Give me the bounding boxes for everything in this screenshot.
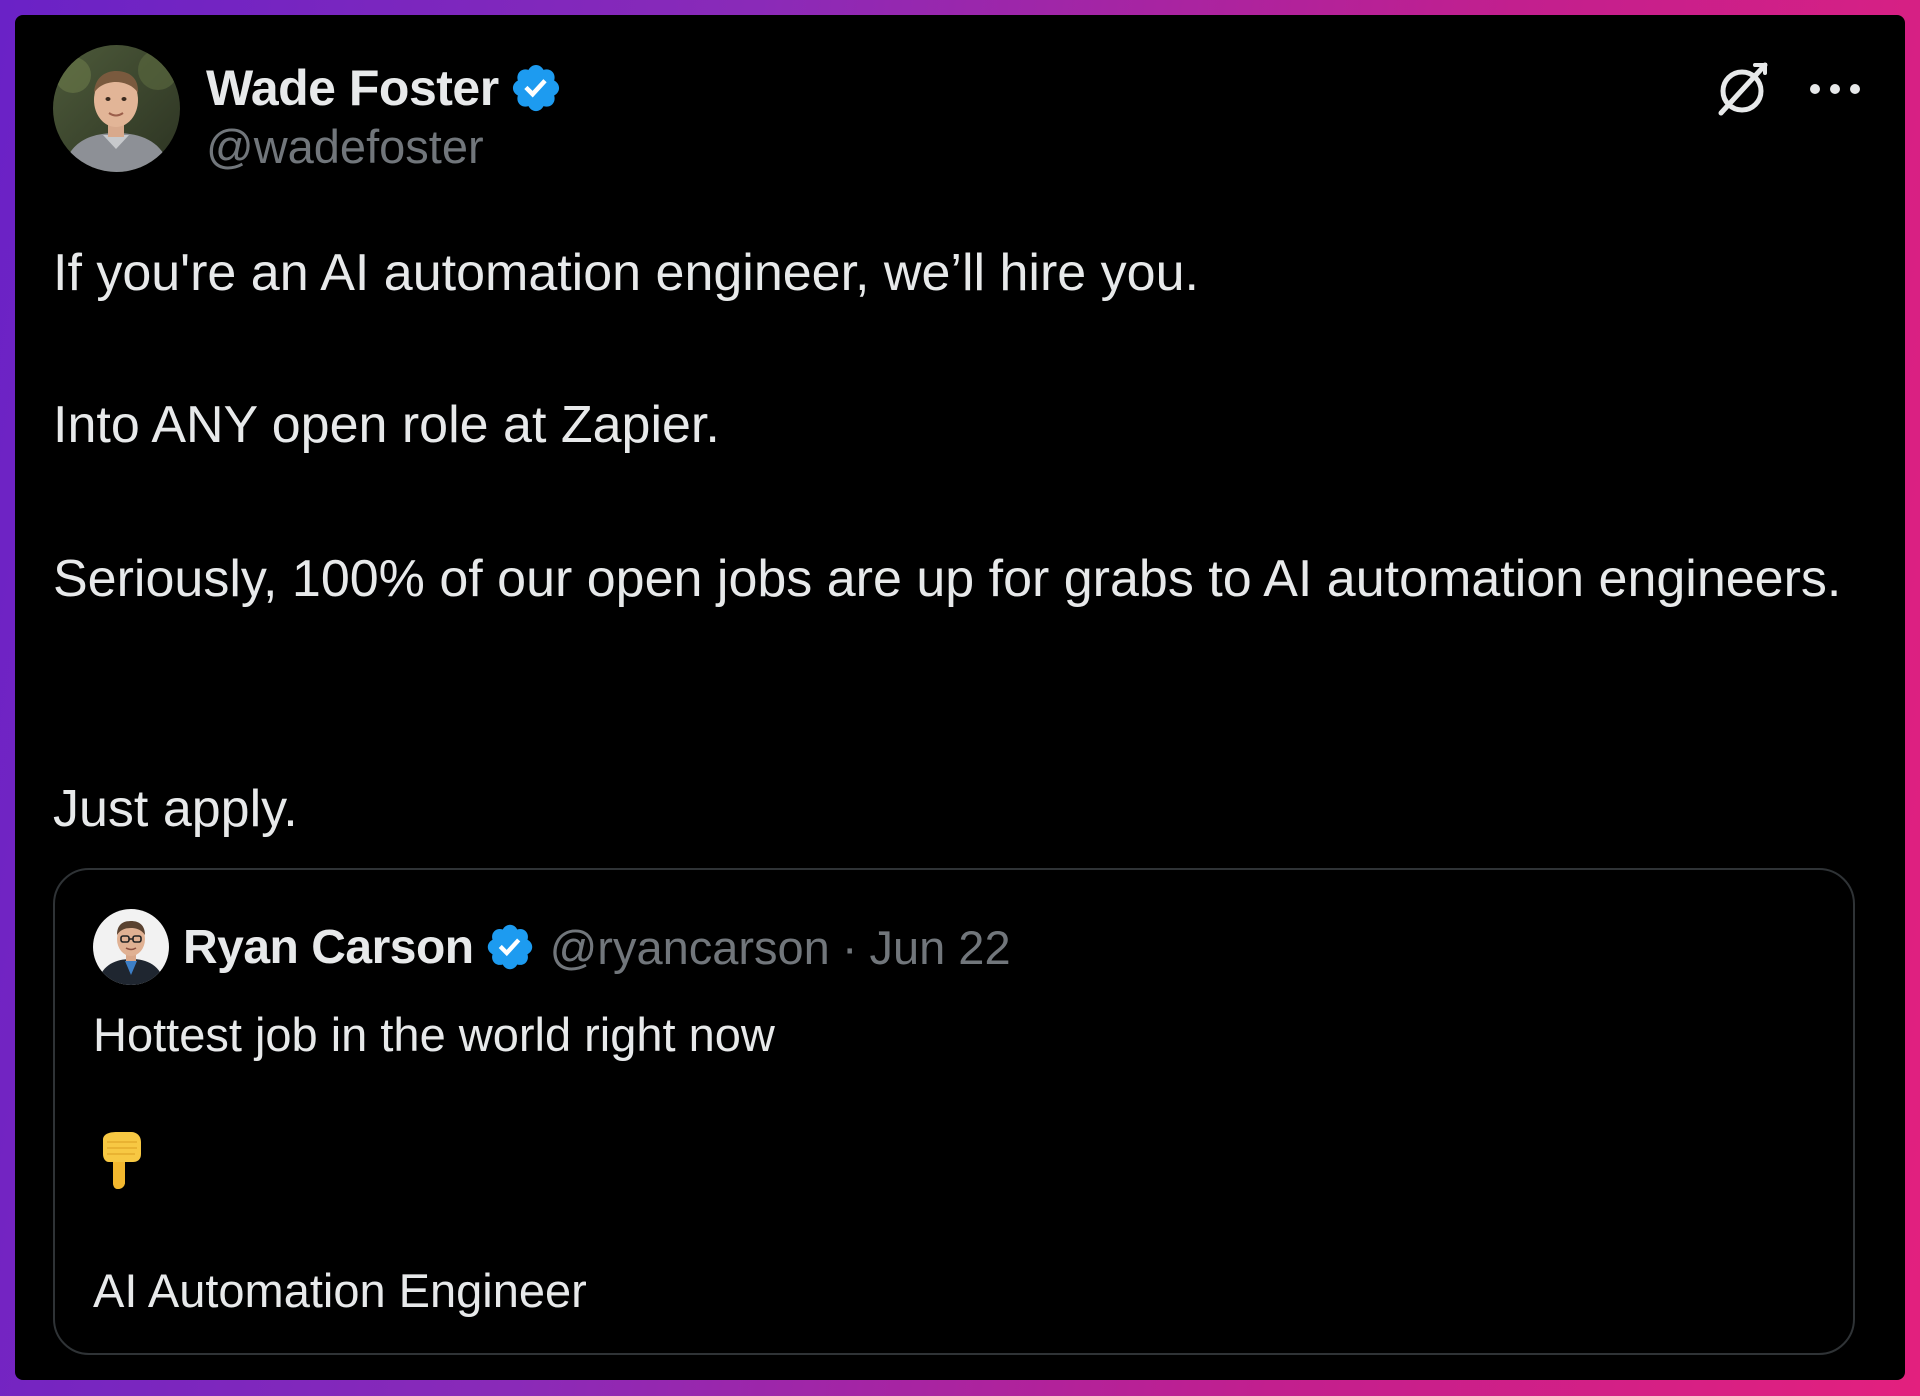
- separator-dot: ·: [841, 920, 858, 974]
- author-avatar[interactable]: [53, 45, 180, 172]
- quoted-tweet-text-line-3: AI Automation Engineer: [93, 1264, 587, 1317]
- quoted-tweet-header: Ryan Carson @ryancarson · Jun 22: [93, 908, 1011, 986]
- tweet-card: Wade Foster @wadefoster If you're an AI …: [15, 15, 1905, 1380]
- author-name-row: Wade Foster: [206, 59, 563, 117]
- verified-badge-icon: [484, 921, 536, 973]
- backhand-index-pointing-down-emoji: [95, 1130, 147, 1190]
- tweet-top-actions: [1713, 59, 1863, 119]
- quoted-author-avatar: [93, 909, 169, 985]
- quoted-author-handle: @ryancarson: [549, 920, 830, 974]
- quoted-tweet-date[interactable]: Jun 22: [869, 920, 1010, 975]
- quoted-tweet[interactable]: Ryan Carson @ryancarson · Jun 22 Hottest…: [53, 868, 1855, 1355]
- tweet-header: Wade Foster @wadefoster: [53, 45, 563, 174]
- author-handle[interactable]: @wadefoster: [206, 119, 563, 174]
- quoted-author-display-name[interactable]: Ryan Carson: [183, 920, 474, 975]
- author-names: Wade Foster @wadefoster: [206, 59, 563, 174]
- tweet-paragraph-2: Into ANY open role at Zapier.: [53, 396, 720, 454]
- quoted-tweet-text-line-1: Hottest job in the world right now: [93, 1008, 775, 1061]
- author-display-name[interactable]: Wade Foster: [206, 59, 499, 117]
- tweet-paragraph-3: Seriously, 100% of our open jobs are up …: [53, 550, 1842, 608]
- more-icon[interactable]: [1807, 59, 1863, 119]
- grok-icon[interactable]: [1713, 59, 1773, 119]
- verified-badge-icon[interactable]: [509, 61, 563, 115]
- tweet-paragraph-1: If you're an AI automation engineer, we’…: [53, 244, 1199, 302]
- tweet-paragraph-4: Just apply.: [53, 780, 298, 838]
